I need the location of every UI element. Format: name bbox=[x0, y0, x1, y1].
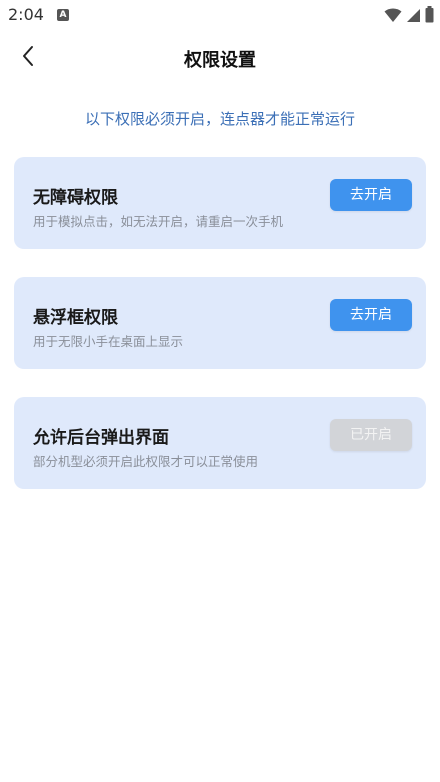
background-popup-enabled-button[interactable]: 已开启 bbox=[330, 419, 412, 451]
permission-title: 无障碍权限 bbox=[33, 188, 118, 208]
a-icon: A bbox=[57, 9, 69, 21]
enable-floating-window-button[interactable]: 去开启 bbox=[330, 299, 412, 331]
status-bar: 2:04 A bbox=[0, 0, 440, 30]
permission-card-floating-window: 悬浮框权限 用于无限小手在桌面上显示 去开启 bbox=[14, 277, 426, 369]
permission-description: 用于无限小手在桌面上显示 bbox=[33, 334, 184, 349]
permission-description: 用于模拟点击，如无法开启，请重启一次手机 bbox=[33, 214, 284, 229]
permission-card-accessibility: 无障碍权限 用于模拟点击，如无法开启，请重启一次手机 去开启 bbox=[14, 157, 426, 249]
permission-card-background-popup: 允许后台弹出界面 部分机型必须开启此权限才可以正常使用 已开启 bbox=[14, 397, 426, 489]
status-icons bbox=[384, 6, 434, 27]
wifi-icon bbox=[384, 7, 402, 27]
permission-notice: 以下权限必须开启，连点器才能正常运行 bbox=[84, 110, 355, 128]
status-time: 2:04 bbox=[8, 5, 44, 24]
page-title: 权限设置 bbox=[184, 50, 256, 71]
permission-description: 部分机型必须开启此权限才可以正常使用 bbox=[33, 454, 259, 469]
header: 权限设置 bbox=[0, 36, 440, 80]
battery-icon bbox=[425, 6, 434, 27]
permission-title: 允许后台弹出界面 bbox=[33, 428, 169, 448]
permission-title: 悬浮框权限 bbox=[33, 308, 118, 328]
enable-accessibility-button[interactable]: 去开启 bbox=[330, 179, 412, 211]
signal-icon bbox=[406, 7, 421, 27]
